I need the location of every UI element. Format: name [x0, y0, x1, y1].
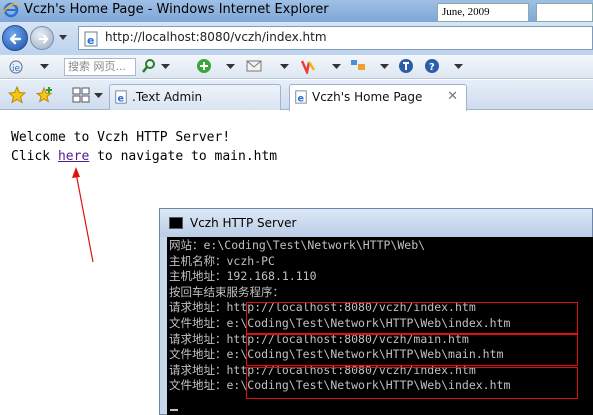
console-line: 按回车结束服务程序： [169, 284, 284, 299]
svg-text:e: e [298, 93, 305, 104]
console-line: 文件地址：e:\Coding\Test\Network\HTTP\Web\mai… [169, 347, 504, 362]
console-line: 请求地址：http://localhost:8080/vczh/main.htm [169, 331, 469, 346]
ie-page-icon: e [115, 90, 127, 104]
welcome-text: Welcome to Vczh HTTP Server! [11, 130, 231, 145]
history-dropdown-icon[interactable] [58, 34, 68, 42]
add-favorite-icon[interactable] [36, 86, 54, 104]
close-icon[interactable]: ✕ [447, 85, 458, 109]
blank-box [536, 3, 593, 22]
feeds-dropdown-icon[interactable] [380, 64, 389, 70]
ie-page-icon: e [84, 31, 98, 47]
navigation-bar: e http://localhost:8080/vczh/index.htm [0, 22, 593, 55]
safety-icon[interactable] [398, 58, 414, 74]
ie-page-icon: e [295, 90, 307, 104]
feeds-icon[interactable] [350, 59, 366, 73]
toolbar-logo-icon[interactable]: ie [8, 59, 24, 75]
console-line: 文件地址：e:\Coding\Test\Network\HTTP\Web\ind… [169, 378, 511, 393]
toolbar-dropdown-icon[interactable] [40, 64, 49, 70]
tab-bar: e .Text Admin e Vczh's Home Page ✕ [0, 80, 593, 111]
console-window[interactable]: Vczh HTTP Server 网站：e:\Coding\Test\Netwo… [159, 208, 593, 415]
console-line: 请求地址：http://localhost:8080/vczh/index.ht… [169, 362, 476, 377]
address-url[interactable]: http://localhost:8080/vczh/index.htm [105, 30, 327, 44]
help-dropdown-icon[interactable] [454, 64, 463, 70]
toolbar: ie 搜索 网页... ? [0, 55, 593, 79]
console-line: 文件地址：e:\Coding\Test\Network\HTTP\Web\ind… [169, 315, 511, 330]
tab-vczh-home[interactable]: e Vczh's Home Page ✕ [289, 84, 467, 111]
forward-button[interactable] [30, 26, 54, 50]
tab-list-dropdown-icon[interactable] [94, 93, 103, 99]
help-icon[interactable]: ? [424, 58, 440, 74]
console-line: 网站：e:\Coding\Test\Network\HTTP\Web\ [169, 238, 426, 252]
back-arrow-icon [9, 33, 22, 45]
window-title: Vczh's Home Page - Windows Internet Expl… [24, 2, 329, 17]
svg-text:ie: ie [12, 64, 21, 74]
search-icon[interactable] [141, 58, 157, 74]
navigate-text: Click here to navigate to main.htm [11, 149, 277, 164]
navigate-suffix: to navigate to main.htm [89, 149, 278, 164]
window-title-bar: Vczh's Home Page - Windows Internet Expl… [0, 0, 593, 22]
forward-arrow-icon [38, 34, 49, 44]
cmd-icon [169, 217, 183, 229]
tab-text-admin[interactable]: e .Text Admin [109, 84, 281, 110]
svg-text:?: ? [429, 62, 435, 73]
back-button[interactable] [2, 25, 28, 51]
date-box: June, 2009 [437, 3, 529, 22]
console-line: 请求地址：http://localhost:8080/vczh/index.ht… [169, 300, 476, 315]
svg-text:e: e [118, 93, 125, 104]
search-dropdown-icon[interactable] [161, 64, 170, 70]
quick-tabs-icon[interactable] [72, 87, 90, 103]
add-dropdown-icon[interactable] [226, 64, 235, 70]
mail-icon[interactable] [246, 59, 262, 73]
console-cursor [170, 409, 178, 411]
address-bar[interactable]: e http://localhost:8080/vczh/index.htm [78, 26, 593, 50]
navigate-prefix: Click [11, 149, 58, 164]
favorites-star-icon[interactable] [8, 86, 26, 104]
console-line: 主机名称：vczh-PC [169, 253, 275, 268]
mail-dropdown-icon[interactable] [280, 64, 289, 70]
svg-text:e: e [87, 34, 94, 47]
add-icon[interactable] [196, 58, 212, 74]
ie-logo-icon [3, 2, 19, 18]
search-input[interactable]: 搜索 网页... [64, 58, 136, 76]
tab-label: Vczh's Home Page [312, 90, 423, 104]
here-link[interactable]: here [58, 149, 89, 164]
messenger-icon[interactable] [300, 58, 316, 74]
console-line: 主机地址：192.168.1.110 [169, 269, 317, 284]
messenger-dropdown-icon[interactable] [332, 64, 341, 70]
tab-label: .Text Admin [132, 90, 203, 104]
console-title: Vczh HTTP Server [190, 216, 297, 230]
console-title-bar[interactable]: Vczh HTTP Server [160, 209, 592, 237]
console-output: 网站：e:\Coding\Test\Network\HTTP\Web\ 主机名称… [167, 237, 593, 415]
